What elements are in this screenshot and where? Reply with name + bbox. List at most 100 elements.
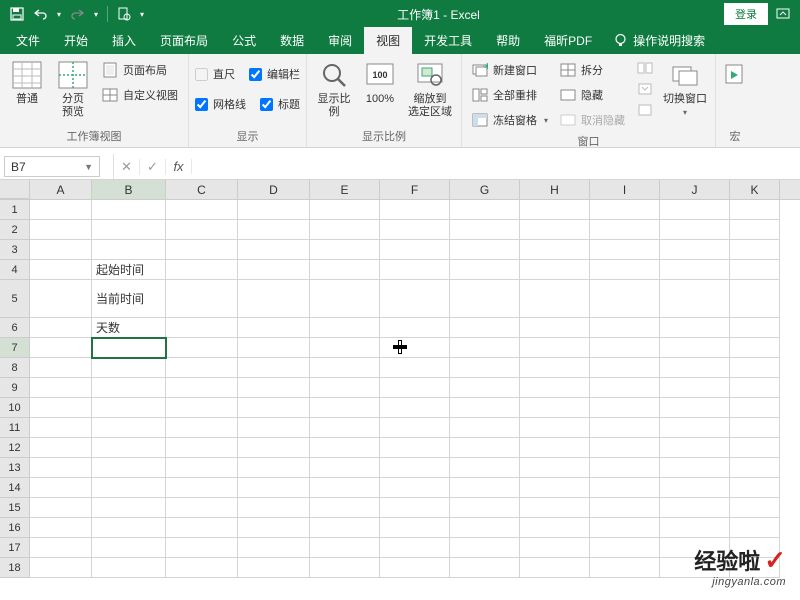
cell[interactable] (238, 220, 310, 240)
cell[interactable] (380, 518, 450, 538)
cell[interactable] (450, 220, 520, 240)
cell[interactable] (238, 358, 310, 378)
cell[interactable] (92, 200, 166, 220)
cell[interactable] (310, 558, 380, 578)
row-header[interactable]: 18 (0, 558, 30, 578)
cell[interactable] (660, 518, 730, 538)
column-header[interactable]: F (380, 180, 450, 199)
cell[interactable] (380, 338, 450, 358)
cell[interactable] (310, 358, 380, 378)
page-layout-button[interactable]: 页面布局 (98, 59, 182, 81)
select-all-corner[interactable] (0, 180, 30, 199)
cell[interactable] (450, 318, 520, 338)
cell[interactable] (660, 220, 730, 240)
cell[interactable] (590, 318, 660, 338)
cell[interactable] (310, 438, 380, 458)
cell[interactable] (310, 458, 380, 478)
cell[interactable] (450, 498, 520, 518)
cell[interactable] (520, 260, 590, 280)
cell[interactable] (30, 558, 92, 578)
cell[interactable] (590, 200, 660, 220)
cell[interactable] (380, 200, 450, 220)
cell[interactable] (450, 418, 520, 438)
arrange-all-button[interactable]: 全部重排 (468, 84, 552, 106)
cell[interactable] (310, 318, 380, 338)
cell[interactable] (520, 558, 590, 578)
cell[interactable] (730, 240, 780, 260)
cell[interactable] (380, 358, 450, 378)
cell[interactable] (238, 260, 310, 280)
cell[interactable] (30, 458, 92, 478)
cell[interactable] (590, 338, 660, 358)
cell[interactable] (520, 338, 590, 358)
row-header[interactable]: 4 (0, 260, 30, 280)
cell[interactable] (92, 358, 166, 378)
row-header[interactable]: 14 (0, 478, 30, 498)
cell[interactable] (380, 318, 450, 338)
cell[interactable] (520, 240, 590, 260)
tab-insert[interactable]: 插入 (100, 27, 148, 54)
zoom-selection-button[interactable]: 缩放到 选定区域 (405, 57, 455, 119)
cell[interactable] (590, 538, 660, 558)
cell[interactable] (30, 280, 92, 318)
row-header[interactable]: 11 (0, 418, 30, 438)
cell[interactable] (380, 280, 450, 318)
hide-button[interactable]: 隐藏 (556, 84, 629, 106)
cell[interactable] (380, 538, 450, 558)
cell[interactable] (310, 200, 380, 220)
undo-icon[interactable] (30, 3, 52, 25)
cell[interactable] (310, 538, 380, 558)
cell[interactable] (30, 498, 92, 518)
cell[interactable] (238, 338, 310, 358)
row-header[interactable]: 13 (0, 458, 30, 478)
row-header[interactable]: 15 (0, 498, 30, 518)
row-header[interactable]: 7 (0, 338, 30, 358)
cell[interactable] (450, 358, 520, 378)
column-header[interactable]: A (30, 180, 92, 199)
cell[interactable] (92, 338, 166, 358)
cell[interactable] (590, 418, 660, 438)
tab-developer[interactable]: 开发工具 (412, 27, 484, 54)
cell[interactable] (730, 200, 780, 220)
cell[interactable] (450, 378, 520, 398)
gridlines-checkbox[interactable]: 网格线 (195, 93, 246, 115)
row-header[interactable]: 5 (0, 280, 30, 318)
reset-window-button[interactable] (633, 101, 657, 119)
cell[interactable] (166, 398, 238, 418)
row-header[interactable]: 1 (0, 200, 30, 220)
cell[interactable] (166, 318, 238, 338)
row-header[interactable]: 8 (0, 358, 30, 378)
cell[interactable] (166, 498, 238, 518)
normal-view-button[interactable]: 普通 (6, 57, 48, 106)
cell[interactable] (520, 538, 590, 558)
cell[interactable] (380, 558, 450, 578)
cancel-button[interactable]: ✕ (114, 159, 140, 175)
cell[interactable]: 天数 (92, 318, 166, 338)
cell[interactable] (660, 200, 730, 220)
cell[interactable] (450, 338, 520, 358)
split-button[interactable]: 拆分 (556, 59, 629, 81)
cell[interactable] (30, 358, 92, 378)
cell[interactable] (590, 260, 660, 280)
cell[interactable] (92, 220, 166, 240)
cell[interactable] (380, 240, 450, 260)
cell[interactable] (450, 398, 520, 418)
cell[interactable] (238, 280, 310, 318)
cell[interactable] (30, 200, 92, 220)
tell-me-search[interactable]: 操作说明搜索 (604, 27, 715, 54)
cell[interactable] (450, 518, 520, 538)
cell[interactable] (166, 478, 238, 498)
touch-dropdown-icon[interactable]: ▾ (137, 3, 147, 25)
cell[interactable] (310, 240, 380, 260)
cell[interactable] (450, 478, 520, 498)
column-header[interactable]: I (590, 180, 660, 199)
cell[interactable] (590, 498, 660, 518)
headings-checkbox[interactable]: 标题 (260, 93, 300, 115)
cell[interactable] (660, 240, 730, 260)
cell[interactable] (380, 398, 450, 418)
cell[interactable] (660, 458, 730, 478)
cell[interactable] (730, 260, 780, 280)
cell[interactable] (520, 378, 590, 398)
cell[interactable] (310, 498, 380, 518)
cell[interactable] (520, 518, 590, 538)
